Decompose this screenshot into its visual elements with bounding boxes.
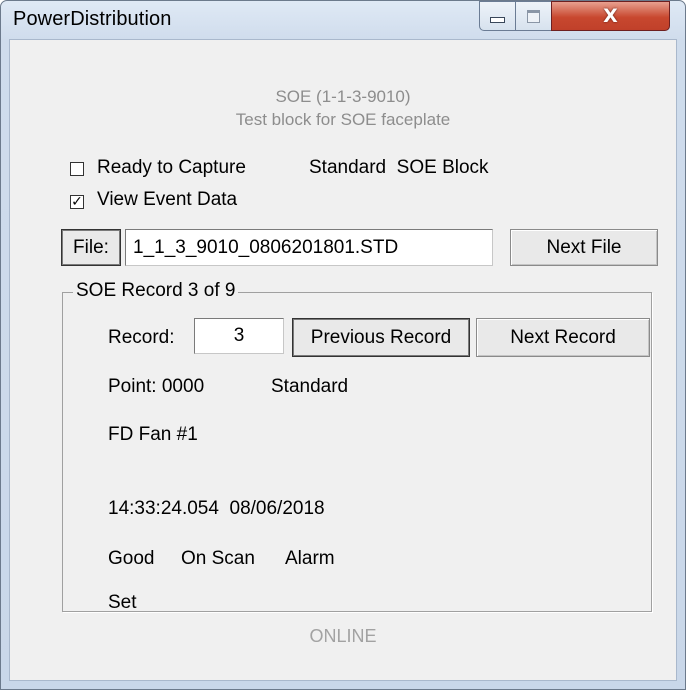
checkmark-icon: ✓ bbox=[71, 194, 83, 210]
quality-status: Good bbox=[108, 548, 155, 569]
app-window: PowerDistribution X SOE (1-1-3-9010) Tes… bbox=[0, 0, 686, 690]
soe-record-title: SOE Record 3 of 9 bbox=[73, 280, 239, 302]
close-icon: X bbox=[603, 5, 618, 27]
event-state: Set bbox=[108, 592, 137, 613]
filename-field[interactable]: 1_1_3_9010_0806201801.STD bbox=[125, 229, 493, 266]
previous-record-button[interactable]: Previous Record bbox=[292, 318, 470, 357]
block-title: SOE (1-1-3-9010) bbox=[275, 87, 411, 106]
maximize-button[interactable] bbox=[515, 1, 552, 31]
view-event-data-label[interactable]: View Event Data bbox=[97, 189, 237, 211]
alarm-status: Alarm bbox=[285, 548, 335, 569]
maximize-icon bbox=[527, 9, 540, 23]
minimize-button[interactable] bbox=[479, 1, 516, 31]
next-file-button[interactable]: Next File bbox=[510, 229, 658, 266]
scan-status: On Scan bbox=[181, 548, 255, 569]
point-type: Standard bbox=[271, 376, 349, 397]
title-bar[interactable]: PowerDistribution X bbox=[1, 1, 685, 31]
event-timestamp: 14:33:24.054 08/06/2018 bbox=[108, 498, 325, 519]
point-number: Point: 0000 bbox=[108, 376, 205, 397]
point-description: FD Fan #1 bbox=[108, 424, 198, 445]
record-number-input[interactable]: 3 bbox=[194, 318, 284, 354]
soe-record-group: SOE Record 3 of 9 Record: 3 Previous Rec… bbox=[62, 280, 652, 613]
ready-to-capture-label[interactable]: Ready to Capture bbox=[97, 157, 246, 179]
minimize-icon bbox=[490, 17, 505, 23]
file-button[interactable]: File: bbox=[61, 229, 121, 266]
view-event-data-checkbox[interactable]: ✓ bbox=[70, 195, 84, 209]
connection-status: ONLINE bbox=[309, 626, 377, 646]
block-type-label: Standard SOE Block bbox=[309, 157, 489, 178]
next-record-button[interactable]: Next Record bbox=[476, 318, 650, 357]
close-button[interactable]: X bbox=[551, 1, 670, 31]
faceplate-panel: SOE (1-1-3-9010) Test block for SOE face… bbox=[9, 39, 677, 681]
ready-to-capture-checkbox[interactable] bbox=[70, 162, 84, 176]
window-title: PowerDistribution bbox=[13, 8, 172, 30]
record-label: Record: bbox=[108, 327, 175, 348]
block-description: Test block for SOE faceplate bbox=[235, 110, 451, 129]
